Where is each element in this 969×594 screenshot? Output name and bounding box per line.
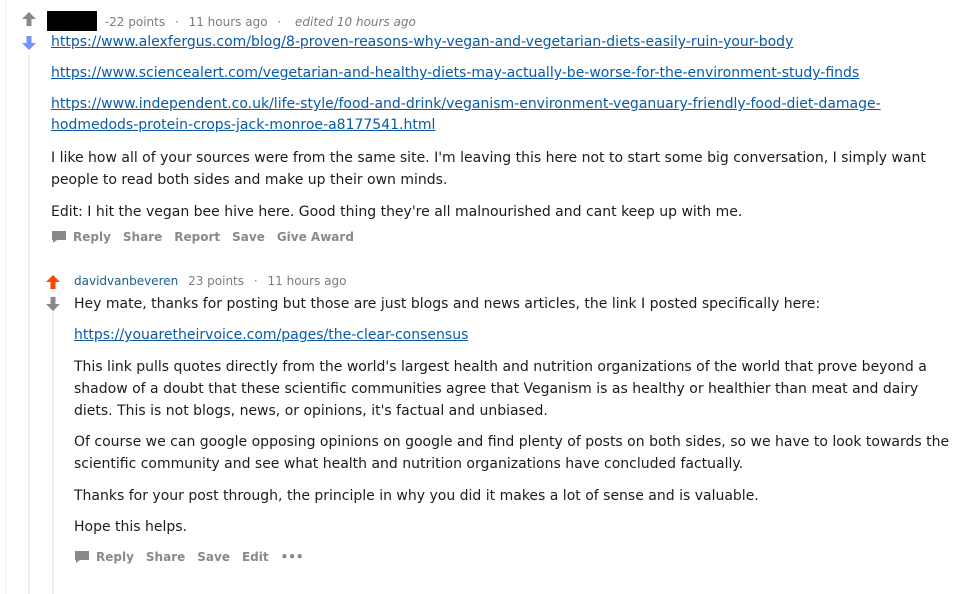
comment-body-paragraph: Thanks for your post through, the princi…: [74, 488, 759, 504]
score: 23 points: [188, 274, 245, 288]
thread-line[interactable]: [28, 55, 30, 594]
comment-body-paragraph: Edit: I hit the vegan bee hive here. Goo…: [51, 204, 743, 220]
chat-bubble-icon: [75, 551, 89, 563]
timestamp[interactable]: 11 hours ago: [189, 15, 268, 29]
reply-button[interactable]: Reply: [74, 550, 134, 564]
comment-body-paragraph: Hope this helps.: [74, 519, 188, 535]
thread-line-nested[interactable]: [52, 296, 54, 594]
link-sciencealert[interactable]: https://www.sciencealert.com/vegetarian-…: [51, 63, 859, 84]
comment-meta: davidvanbeveren 23 points · 11 hours ago: [74, 274, 346, 288]
link-alexfergus[interactable]: https://www.alexfergus.com/blog/8-proven…: [51, 32, 793, 53]
link-independent[interactable]: https://www.independent.co.uk/life-style…: [51, 94, 931, 136]
upvote-icon[interactable]: [21, 11, 37, 27]
share-button[interactable]: Share: [123, 230, 162, 244]
save-button[interactable]: Save: [232, 230, 265, 244]
redacted-username: [47, 11, 97, 31]
reply-label: Reply: [73, 230, 111, 244]
comment-actions: Reply Share Report Save Give Award: [51, 230, 366, 244]
share-button[interactable]: Share: [146, 550, 185, 564]
comment-body-paragraph: Of course we can google opposing opinion…: [74, 434, 950, 472]
reply-label: Reply: [96, 550, 134, 564]
timestamp[interactable]: 11 hours ago: [268, 274, 347, 288]
more-options-icon[interactable]: •••: [281, 550, 304, 564]
downvote-icon[interactable]: [45, 296, 61, 312]
link-youaretheirvoice[interactable]: https://youaretheirvoice.com/pages/the-c…: [74, 325, 468, 346]
separator-dot: ·: [253, 274, 258, 288]
upvote-icon[interactable]: [45, 274, 61, 290]
score: -22 points: [104, 15, 166, 29]
comment-body-paragraph: This link pulls quotes directly from the…: [74, 359, 927, 419]
edited-timestamp: edited 10 hours ago: [295, 15, 416, 29]
report-button[interactable]: Report: [174, 230, 220, 244]
comment-meta: -22 points · 11 hours ago · edited 10 ho…: [47, 11, 416, 31]
separator-dot: ·: [277, 15, 282, 29]
comment-body-paragraph: Hey mate, thanks for posting but those a…: [74, 296, 821, 312]
downvote-icon[interactable]: [21, 35, 37, 51]
username-link[interactable]: davidvanbeveren: [74, 274, 178, 288]
page-edge-line: [5, 0, 6, 594]
chat-bubble-icon: [52, 231, 66, 243]
comment-body-paragraph: I like how all of your sources were from…: [51, 150, 926, 188]
give-award-button[interactable]: Give Award: [277, 230, 354, 244]
edit-button[interactable]: Edit: [242, 550, 269, 564]
save-button[interactable]: Save: [197, 550, 230, 564]
link-independent-line2[interactable]: hodmedods-protein-crops-jack-monroe-a817…: [51, 115, 931, 136]
separator-dot: ·: [174, 15, 179, 29]
comment-actions: Reply Share Save Edit •••: [74, 550, 316, 564]
link-independent-line1[interactable]: https://www.independent.co.uk/life-style…: [51, 94, 931, 115]
reply-button[interactable]: Reply: [51, 230, 111, 244]
